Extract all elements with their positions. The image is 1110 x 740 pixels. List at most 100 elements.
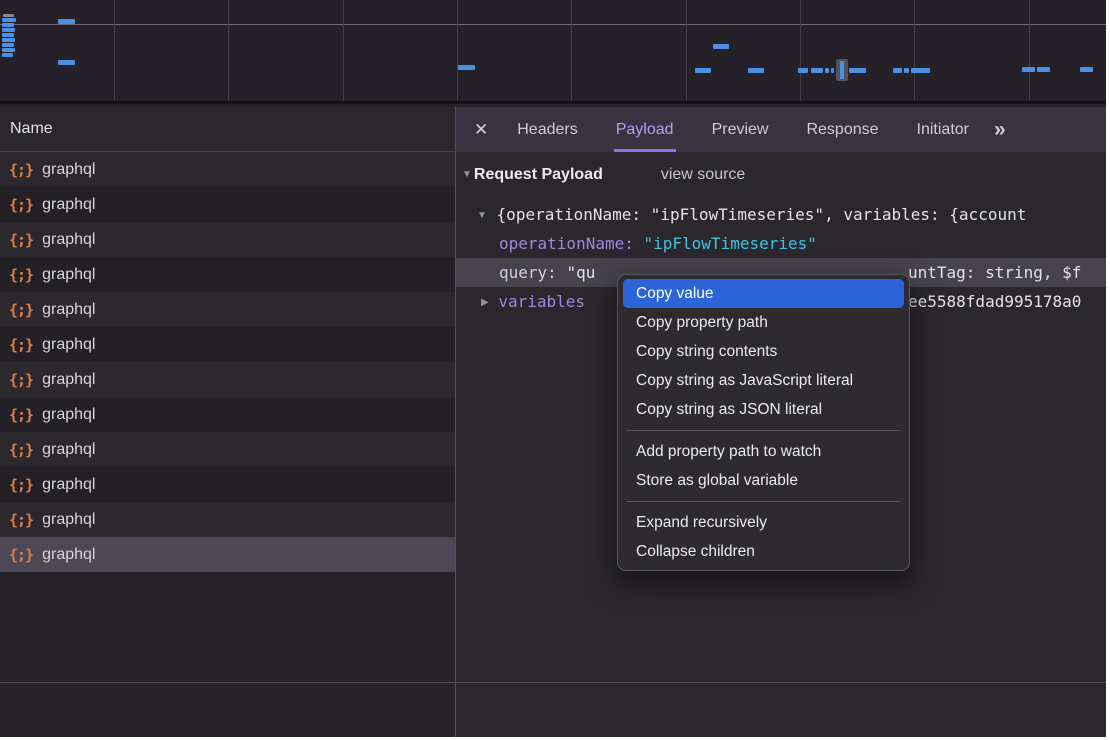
operation-name-key: operationName: xyxy=(499,234,634,253)
waterfall-bar[interactable] xyxy=(849,68,866,73)
request-name-label: graphql xyxy=(42,511,95,529)
menu-separator xyxy=(627,501,900,502)
waterfall-bar[interactable] xyxy=(458,65,475,70)
variables-value-right: ee5588fdad995178a0 xyxy=(908,287,1081,316)
request-row-graphql[interactable]: {;}graphql xyxy=(0,292,455,327)
fetch-xhr-icon: {;} xyxy=(9,161,33,179)
overview-vertical-gridline xyxy=(686,0,687,101)
name-column-header[interactable]: Name xyxy=(0,107,455,152)
waterfall-bar[interactable] xyxy=(3,14,14,17)
waterfall-bar[interactable] xyxy=(831,68,834,73)
waterfall-bar[interactable] xyxy=(2,33,14,37)
fetch-xhr-icon: {;} xyxy=(9,511,33,529)
tab-preview[interactable]: Preview xyxy=(710,107,771,152)
request-row-graphql[interactable]: {;} graphql xyxy=(0,362,455,397)
request-name-label: graphql xyxy=(42,476,95,494)
waterfall-bar[interactable] xyxy=(58,60,75,65)
waterfall-bar[interactable] xyxy=(2,53,13,57)
view-source-link[interactable]: view source xyxy=(661,166,745,183)
tab-response[interactable]: Response xyxy=(804,107,880,152)
waterfall-bar[interactable] xyxy=(798,68,808,73)
waterfall-bar[interactable] xyxy=(1080,67,1093,72)
request-row-graphql[interactable]: {;} graphql xyxy=(0,467,455,502)
request-row-graphql[interactable]: {;}graphql xyxy=(0,537,455,572)
fetch-xhr-icon: {;} xyxy=(9,231,33,249)
waterfall-bar[interactable] xyxy=(2,23,14,27)
operation-name-row[interactable]: operationName: "ipFlowTimeseries" xyxy=(456,229,1106,258)
menu-item-store-as-global-variable[interactable]: Store as global variable xyxy=(618,466,909,495)
menu-item-expand-recursively[interactable]: Expand recursively xyxy=(618,508,909,537)
waterfall-marker-bar xyxy=(840,61,844,79)
menu-item-collapse-children[interactable]: Collapse children xyxy=(618,537,909,566)
request-row-graphql[interactable]: {;} graphql xyxy=(0,502,455,537)
overview-horizontal-gridline xyxy=(0,24,1106,25)
request-row-graphql[interactable]: {;}graphql xyxy=(0,187,455,222)
waterfall-bar[interactable] xyxy=(713,44,729,49)
request-row-graphql[interactable]: {;} graphql xyxy=(0,222,455,257)
waterfall-bar[interactable] xyxy=(2,43,14,47)
menu-item-copy-string-contents[interactable]: Copy string contents xyxy=(618,337,909,366)
tab-headers[interactable]: Headers xyxy=(515,107,579,152)
request-name-label: graphql xyxy=(42,266,95,284)
waterfall-bar[interactable] xyxy=(2,28,15,32)
request-row-graphql[interactable]: {;}graphql xyxy=(0,327,455,362)
fetch-xhr-icon: {;} xyxy=(9,476,33,494)
overview-vertical-gridline xyxy=(914,0,915,101)
menu-separator xyxy=(627,430,900,431)
close-icon[interactable]: ✕ xyxy=(474,107,488,152)
request-name-label: graphql xyxy=(42,546,95,564)
tab-initiator[interactable]: Initiator xyxy=(915,107,971,152)
expand-triangle-icon[interactable]: ▼ xyxy=(477,210,487,221)
query-key: query: xyxy=(499,263,557,282)
request-name-label: graphql xyxy=(42,231,95,249)
waterfall-bar[interactable] xyxy=(695,68,711,73)
waterfall-bar[interactable] xyxy=(2,48,15,52)
request-rows: {;} graphql {;} graphql {;} graphql {;} graphql… xyxy=(0,152,455,572)
fetch-xhr-icon: {;} xyxy=(9,301,33,319)
waterfall-bar[interactable] xyxy=(911,68,930,73)
payload-root-row[interactable]: ▼ {operationName: "ipFlowTimeseries", va… xyxy=(456,200,1106,229)
request-name-label: graphql xyxy=(42,406,95,424)
waterfall-bar[interactable] xyxy=(811,68,823,73)
waterfall-bar[interactable] xyxy=(58,19,75,24)
request-row-graphql[interactable]: {;}graphql xyxy=(0,432,455,467)
waterfall-bar[interactable] xyxy=(748,68,764,73)
request-list-panel: Name {;}graphql{;}graphql{;}graphql{;}gr… xyxy=(0,107,456,737)
overview-vertical-gridline xyxy=(228,0,229,101)
fetch-xhr-icon: {;} xyxy=(9,441,33,459)
overview-vertical-gridline xyxy=(343,0,344,101)
fetch-xhr-icon: {;} xyxy=(9,406,33,424)
request-payload-header[interactable]: ▼Request Payload view source xyxy=(462,166,745,184)
menu-item-add-property-path-to-watch[interactable]: Add property path to watch xyxy=(618,437,909,466)
waterfall-bar[interactable] xyxy=(893,68,902,73)
variables-key: variables xyxy=(498,292,585,311)
request-name-label: graphql xyxy=(42,161,95,179)
collapse-triangle-icon[interactable]: ▼ xyxy=(462,169,472,180)
waterfall-bar[interactable] xyxy=(2,18,16,22)
waterfall-bar[interactable] xyxy=(1022,67,1035,72)
query-value-right: untTag: string, $f xyxy=(908,258,1081,287)
overview-vertical-gridline xyxy=(457,0,458,101)
fetch-xhr-icon: {;} xyxy=(9,266,33,284)
request-row-graphql[interactable]: {;} graphql xyxy=(0,397,455,432)
more-tabs-icon[interactable]: » xyxy=(994,107,1004,152)
menu-item-copy-property-path[interactable]: Copy property path xyxy=(618,308,909,337)
menu-item-copy-string-as-javascript-literal[interactable]: Copy string as JavaScript literal xyxy=(618,366,909,395)
waterfall-bar[interactable] xyxy=(2,38,15,42)
waterfall-bar[interactable] xyxy=(825,68,829,73)
expand-triangle-icon[interactable]: ▶ xyxy=(481,297,489,308)
menu-item-copy-string-as-json-literal[interactable]: Copy string as JSON literal xyxy=(618,395,909,424)
request-row-graphql[interactable]: {;} graphql xyxy=(0,257,455,292)
request-payload-title: Request Payload xyxy=(474,166,603,183)
waterfall-bar[interactable] xyxy=(1037,67,1050,72)
panel-footer-divider xyxy=(0,682,1106,683)
context-menu: Copy valueCopy property pathCopy string … xyxy=(617,274,910,571)
request-name-label: graphql xyxy=(42,371,95,389)
tab-payload[interactable]: Payload xyxy=(614,107,676,152)
waterfall-bar[interactable] xyxy=(904,68,909,73)
menu-item-copy-value[interactable]: Copy value xyxy=(623,279,904,308)
network-overview-timeline[interactable] xyxy=(0,0,1106,104)
name-column-label: Name xyxy=(10,120,53,138)
request-row-graphql[interactable]: {;} graphql xyxy=(0,152,455,187)
fetch-xhr-icon: {;} xyxy=(9,371,33,389)
